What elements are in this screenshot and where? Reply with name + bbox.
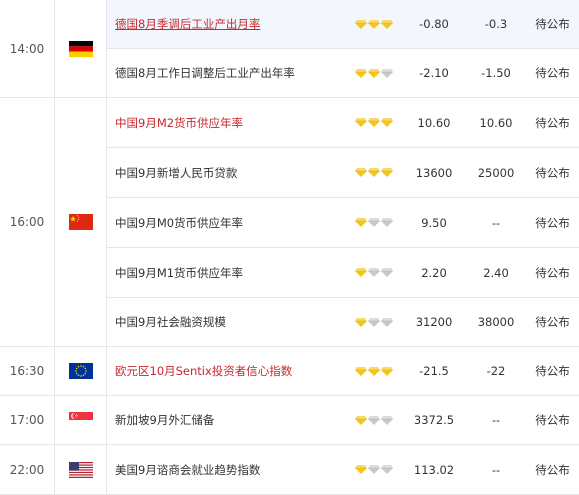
actual-value: 待公布 [526, 49, 579, 98]
event-name-link[interactable]: 中国9月新增人民币贷款 [106, 148, 346, 198]
importance-rating [346, 198, 402, 248]
forecast-value: -22 [466, 347, 526, 396]
importance-rating [346, 248, 402, 298]
actual-value: 待公布 [526, 248, 579, 298]
importance-rating [346, 98, 402, 148]
previous-value: 2.20 [402, 248, 466, 298]
importance-rating [346, 396, 402, 445]
previous-value: 10.60 [402, 98, 466, 148]
gem-icon [368, 68, 380, 78]
gem-icon [355, 118, 367, 127]
economic-calendar: 德国8月季调后工业产出月率 -0.80 -0.3 待公布 德国8月工作日调整后工业产出年… [0, 0, 579, 495]
gem-icon [381, 68, 393, 78]
forecast-value: -- [466, 396, 526, 445]
previous-value: -2.10 [402, 49, 466, 98]
gem-icon [368, 118, 380, 127]
release-time: 16:00 [0, 98, 54, 347]
gem-icon [355, 317, 367, 327]
gem-icon [381, 415, 393, 425]
actual-value: 待公布 [526, 148, 579, 198]
china-flag-icon [68, 214, 93, 230]
forecast-value: -1.50 [466, 49, 526, 98]
event-name-link[interactable]: 新加坡9月外汇储备 [106, 396, 346, 445]
gem-icon [355, 168, 367, 177]
country-flag [54, 347, 106, 396]
previous-value: 13600 [402, 148, 466, 198]
release-time: 22:00 [0, 445, 54, 495]
forecast-value: -- [466, 198, 526, 248]
gem-icon [381, 268, 393, 277]
event-name-link[interactable]: 美国9月谘商会就业趋势指数 [106, 445, 346, 495]
gem-icon [381, 168, 393, 177]
forecast-value: 10.60 [466, 98, 526, 148]
gem-icon [355, 465, 367, 474]
event-name-link[interactable]: 中国9月M0货币供应年率 [106, 198, 346, 248]
gem-icon [381, 118, 393, 127]
gem-icon [368, 317, 380, 327]
forecast-value: 25000 [466, 148, 526, 198]
actual-value: 待公布 [526, 396, 579, 445]
event-name-link[interactable]: 德国8月季调后工业产出月率 [106, 0, 346, 49]
gem-icon [355, 19, 367, 29]
event-name-link[interactable]: 中国9月M2货币供应年率 [106, 98, 346, 148]
event-name-link[interactable]: 中国9月M1货币供应年率 [106, 248, 346, 298]
germany-flag-icon [68, 40, 93, 57]
gem-icon [381, 317, 393, 327]
eu-flag-icon [68, 363, 93, 379]
gem-icon [355, 218, 367, 227]
gem-icon [355, 268, 367, 277]
singapore-flag-icon [68, 412, 93, 428]
gem-icon [368, 366, 380, 376]
gem-icon [355, 415, 367, 425]
importance-rating [346, 445, 402, 495]
actual-value: 待公布 [526, 445, 579, 495]
importance-rating [346, 0, 402, 49]
event-name-link[interactable]: 德国8月工作日调整后工业产出年率 [106, 49, 346, 98]
gem-icon [355, 366, 367, 376]
event-name-link[interactable]: 中国9月社会融资规模 [106, 298, 346, 347]
gem-icon [368, 19, 380, 29]
gem-icon [368, 168, 380, 177]
previous-value: 9.50 [402, 198, 466, 248]
actual-value: 待公布 [526, 0, 579, 49]
gem-icon [381, 218, 393, 227]
gem-icon [368, 465, 380, 474]
forecast-value: -- [466, 445, 526, 495]
forecast-value: 2.40 [466, 248, 526, 298]
country-flag [54, 98, 106, 347]
release-time: 17:00 [0, 396, 54, 445]
importance-rating [346, 298, 402, 347]
previous-value: 113.02 [402, 445, 466, 495]
actual-value: 待公布 [526, 347, 579, 396]
importance-rating [346, 49, 402, 98]
country-flag [54, 396, 106, 445]
actual-value: 待公布 [526, 298, 579, 347]
gem-icon [381, 19, 393, 29]
actual-value: 待公布 [526, 98, 579, 148]
previous-value: -0.80 [402, 0, 466, 49]
release-time: 14:00 [0, 0, 54, 98]
gem-icon [381, 465, 393, 474]
forecast-value: -0.3 [466, 0, 526, 49]
gem-icon [368, 415, 380, 425]
gem-icon [368, 268, 380, 277]
importance-rating [346, 347, 402, 396]
importance-rating [346, 148, 402, 198]
country-flag [54, 0, 106, 98]
actual-value: 待公布 [526, 198, 579, 248]
gem-icon [355, 68, 367, 78]
release-time: 16:30 [0, 347, 54, 396]
usa-flag-icon [68, 461, 93, 478]
previous-value: 31200 [402, 298, 466, 347]
gem-icon [381, 366, 393, 376]
forecast-value: 38000 [466, 298, 526, 347]
previous-value: 3372.5 [402, 396, 466, 445]
previous-value: -21.5 [402, 347, 466, 396]
country-flag [54, 445, 106, 495]
gem-icon [368, 218, 380, 227]
event-name-link[interactable]: 欧元区10月Sentix投资者信心指数 [106, 347, 346, 396]
